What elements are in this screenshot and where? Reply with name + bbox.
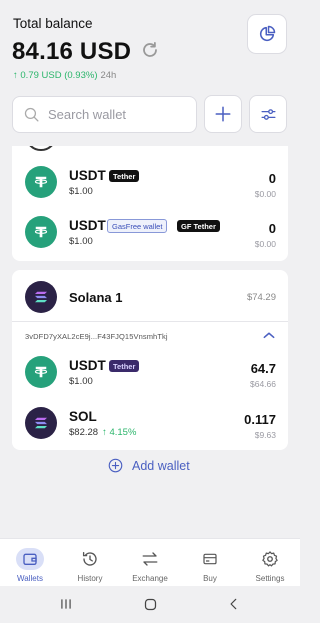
asset-amount: 0 xyxy=(268,221,276,236)
filter-button[interactable] xyxy=(249,95,287,133)
asset-price: $1.00 xyxy=(69,376,93,387)
wallet-total: $74.29 xyxy=(246,292,276,303)
change-value: 0.79 USD (0.93%) xyxy=(20,70,98,81)
asset-amount: 64.7 xyxy=(250,361,276,376)
asset-amount: 0.117 xyxy=(244,412,276,427)
network-tag: Tether xyxy=(109,170,140,182)
chevron-up-icon[interactable] xyxy=(262,329,276,341)
card-icon xyxy=(195,548,225,570)
asset-symbol: USDT xyxy=(69,218,106,233)
network-tag: GF Tether xyxy=(177,220,220,232)
add-wallet-label: Add wallet xyxy=(132,458,190,473)
wallet-icon xyxy=(16,548,44,570)
tab-label: History xyxy=(77,574,103,583)
asset-price: $1.00 xyxy=(69,236,93,247)
tab-label: Exchange xyxy=(132,574,168,583)
search-input[interactable] xyxy=(48,107,188,122)
change-period: 24h xyxy=(100,70,117,81)
asset-change: ↑ 4.15% xyxy=(102,427,137,438)
tab-history[interactable]: History xyxy=(60,539,120,587)
wallet-name[interactable]: Solana 1 xyxy=(69,290,122,305)
asset-amount: 0 xyxy=(268,171,276,186)
total-balance-value: 84.16 USD xyxy=(12,38,132,65)
sliders-icon xyxy=(260,108,276,120)
total-balance-label: Total balance xyxy=(13,16,93,31)
solana-wallet-icon xyxy=(25,281,57,313)
tether-coin-icon xyxy=(25,166,57,198)
sol-coin-icon xyxy=(25,407,57,439)
plus-icon xyxy=(215,106,231,122)
asset-row[interactable]: SOL $82.28 ↑ 4.15% 0.117 $9.63 xyxy=(12,403,288,443)
asset-symbol: USDT xyxy=(69,168,106,183)
gear-icon xyxy=(255,548,285,570)
add-button[interactable] xyxy=(204,95,242,133)
asset-fiat-value: $0.00 xyxy=(254,189,276,199)
add-wallet-button[interactable]: Add wallet xyxy=(108,458,190,473)
asset-fiat-value: $9.63 xyxy=(254,430,276,440)
wallet-card: Solana 1 $74.29 3vDFD7yXAL2cE9j...F43FJQ… xyxy=(12,270,288,450)
tether-coin-icon xyxy=(25,356,57,388)
asset-symbol: USDT xyxy=(69,358,106,373)
divider xyxy=(12,321,288,322)
scrolled-coin-edge xyxy=(12,146,288,152)
asset-price: $82.28 xyxy=(69,427,99,438)
asset-row[interactable]: USDT Tether $1.00 0 $0.00 xyxy=(12,162,288,202)
network-tag: Tether xyxy=(109,360,140,372)
search-icon xyxy=(24,107,39,122)
tab-label: Settings xyxy=(255,574,285,583)
asset-price-line: $82.28 ↑ 4.15% xyxy=(69,427,136,438)
tether-coin-icon xyxy=(25,216,57,248)
tab-label: Wallets xyxy=(17,574,43,583)
pie-chart-icon xyxy=(259,25,276,42)
asset-row[interactable]: USDT GasFree wallet GF Tether $1.00 0 $0… xyxy=(12,212,288,252)
exchange-icon xyxy=(135,548,165,570)
bottom-tab-bar: Wallets History Exchange Buy Settings xyxy=(0,538,300,586)
asset-price: $1.00 xyxy=(69,186,93,197)
plus-circle-icon xyxy=(108,458,123,473)
home-icon[interactable] xyxy=(140,595,160,613)
recent-apps-icon[interactable] xyxy=(56,595,76,613)
header: Total balance 84.16 USD ↑ 0.79 USD (0.93… xyxy=(0,0,300,146)
asset-row[interactable]: USDT Tether $1.00 64.7 $64.66 xyxy=(12,352,288,392)
asset-symbol: SOL xyxy=(69,409,97,424)
wallet-card: USDT Tether $1.00 0 $0.00 USDT GasFree w… xyxy=(12,146,288,261)
portfolio-chart-button[interactable] xyxy=(247,14,287,54)
tab-exchange[interactable]: Exchange xyxy=(120,539,180,587)
tab-wallets[interactable]: Wallets xyxy=(0,539,60,587)
history-icon xyxy=(75,548,105,570)
asset-fiat-value: $0.00 xyxy=(254,239,276,249)
wallet-address[interactable]: 3vDFD7yXAL2cE9j...F43FJQ15VnsmhTkj xyxy=(25,332,168,341)
asset-fiat-value: $64.66 xyxy=(250,379,276,389)
search-field[interactable] xyxy=(12,96,197,133)
system-nav-bar xyxy=(0,586,300,623)
tab-buy[interactable]: Buy xyxy=(180,539,240,587)
up-arrow-icon: ↑ xyxy=(13,70,18,81)
gasfree-wallet-tag: GasFree wallet xyxy=(107,219,168,233)
refresh-icon[interactable] xyxy=(141,41,159,59)
balance-change: ↑ 0.79 USD (0.93%) 24h xyxy=(13,70,116,81)
tab-label: Buy xyxy=(203,574,217,583)
tab-settings[interactable]: Settings xyxy=(240,539,300,587)
back-icon[interactable] xyxy=(224,595,244,613)
